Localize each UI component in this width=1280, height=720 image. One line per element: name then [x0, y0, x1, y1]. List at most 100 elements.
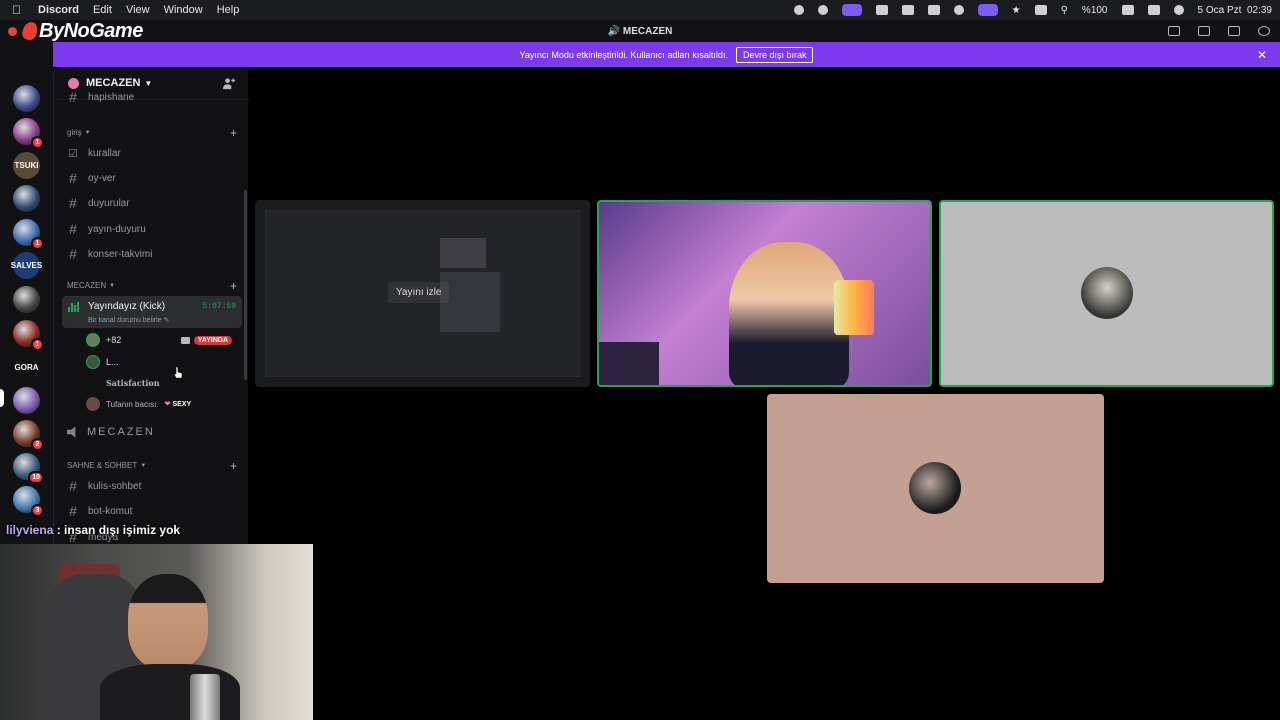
- pencil-icon: ✎: [163, 317, 170, 324]
- server-icon[interactable]: 1: [13, 118, 44, 149]
- menu-view[interactable]: View: [126, 4, 150, 16]
- microphone: [190, 674, 220, 720]
- category-mecazen[interactable]: MECAZEN ▼ +: [67, 279, 237, 293]
- video-tile-avatar-speaking[interactable]: [939, 200, 1274, 387]
- inbox-icon[interactable]: [1198, 26, 1210, 36]
- voice-channel-yayindayiz[interactable]: Yayındayız (Kick) 5:07:59 Bir kanal duru…: [62, 296, 242, 328]
- hash-icon: #: [69, 478, 77, 494]
- streamer-mode-banner: Yayıncı Modu etkinleştirildi. Kullanıcı …: [53, 42, 1280, 67]
- clipboard-icon[interactable]: [927, 5, 940, 15]
- video-tile-webcam-speaking[interactable]: [597, 200, 932, 387]
- obs-icon[interactable]: [817, 5, 828, 15]
- flag-icon[interactable]: [1168, 26, 1180, 36]
- channel-hapishane[interactable]: # hapishane: [62, 90, 242, 104]
- clock-date[interactable]: 5 Oca Pzt 02:39: [1198, 5, 1273, 16]
- channel-yayin-duyuru[interactable]: # yayın-duyuru: [62, 218, 242, 240]
- overlay-chat-message: lilyviena : insan dışı işimiz yok: [6, 523, 180, 537]
- channel-duyurular[interactable]: # duyurular: [62, 192, 242, 214]
- star-icon[interactable]: ★: [1012, 5, 1021, 16]
- server-label: SALVES: [11, 252, 42, 279]
- control-center-icon[interactable]: [1147, 5, 1160, 15]
- chevron-down-icon: ▼: [144, 78, 153, 88]
- person-figure: [729, 242, 849, 385]
- server-icon[interactable]: [13, 387, 40, 414]
- screen-icon[interactable]: [1228, 26, 1240, 36]
- apple-icon[interactable]: : [12, 3, 28, 17]
- screen-share-icon[interactable]: [841, 4, 862, 16]
- record-icon[interactable]: [793, 5, 804, 15]
- server-icon[interactable]: 1: [13, 219, 44, 250]
- server-icon[interactable]: 10: [13, 453, 44, 484]
- mention-badge: 3: [31, 504, 44, 517]
- grid-icon[interactable]: [875, 5, 888, 15]
- category-giris[interactable]: giriş ▼ +: [67, 126, 237, 140]
- flame-icon: [20, 20, 40, 42]
- menu-help[interactable]: Help: [217, 4, 240, 16]
- disable-streamer-mode-button[interactable]: Devre dışı bırak: [735, 46, 814, 63]
- voice-member[interactable]: +82 YAYINDA: [86, 330, 236, 350]
- speaker-icon: 🔊: [607, 25, 621, 37]
- channel-oy-ver[interactable]: # oy-ver: [62, 167, 242, 189]
- battery-icon[interactable]: [1121, 5, 1134, 15]
- hash-icon: #: [69, 221, 77, 237]
- channel-bot-komut[interactable]: # bot-komut: [62, 500, 242, 522]
- display-icon[interactable]: [901, 5, 914, 15]
- server-icon[interactable]: [13, 286, 40, 313]
- voice-active-icon: [68, 302, 81, 312]
- spotlight-search-icon[interactable]: ⚲: [1061, 5, 1068, 16]
- server-icon[interactable]: [13, 85, 40, 112]
- add-channel-icon[interactable]: +: [230, 126, 237, 140]
- window-icon[interactable]: [977, 4, 998, 16]
- member-tag: ❤ SEXY: [164, 401, 192, 408]
- server-icon[interactable]: SALVES: [11, 252, 42, 279]
- server-icon[interactable]: 3: [13, 486, 44, 517]
- category-sahne[interactable]: SAHNE & SOHBET ▼ +: [67, 459, 237, 473]
- battery-percent: %100: [1081, 4, 1108, 16]
- channel-kurallar[interactable]: ☑ kurallar: [62, 142, 242, 164]
- server-icon[interactable]: [13, 185, 40, 212]
- add-channel-icon[interactable]: +: [230, 279, 237, 293]
- mention-badge: 1: [31, 237, 44, 250]
- voice-member[interactable]: L...: [86, 352, 236, 372]
- server-icon[interactable]: 1: [13, 320, 44, 351]
- stage-channel-mecazen[interactable]: MECAZEN: [67, 426, 155, 438]
- mention-badge: 1: [31, 338, 44, 351]
- voice-channel-name: Yayındayız (Kick): [88, 301, 166, 312]
- menu-edit[interactable]: Edit: [93, 4, 112, 16]
- chevron-down-icon: ▼: [109, 282, 116, 289]
- channel-konser-takvimi[interactable]: # konser-takvimi: [62, 243, 242, 265]
- rules-checkbox-icon: ☑: [68, 147, 78, 160]
- voice-member[interactable]: Tufanın bacısı. ❤ SEXY: [86, 394, 236, 414]
- banner-text: Yayıncı Modu etkinleştirildi. Kullanıcı …: [519, 49, 728, 60]
- guild-name: MECAZEN: [86, 77, 141, 89]
- avatar: [86, 397, 100, 411]
- close-icon[interactable]: ✕: [1257, 48, 1267, 62]
- server-icon[interactable]: 2: [13, 420, 44, 451]
- hash-icon: #: [69, 195, 77, 211]
- set-channel-status[interactable]: Bir kanal durumu belirle ✎: [88, 316, 169, 324]
- watch-stream-button[interactable]: Yayını izle: [388, 282, 450, 303]
- menu-window[interactable]: Window: [164, 4, 203, 16]
- desk-object: [599, 342, 659, 385]
- window-close-dot[interactable]: [8, 26, 17, 36]
- live-badge: YAYINDA: [193, 335, 232, 345]
- menu-app[interactable]: Discord: [38, 4, 79, 16]
- stream-tile-screenshare[interactable]: Yayını izle: [255, 200, 590, 387]
- chat-nick: lilyviena: [6, 523, 54, 537]
- siri-icon[interactable]: [1173, 5, 1184, 15]
- hash-icon: #: [69, 246, 77, 262]
- server-icon[interactable]: TSUKI: [13, 152, 40, 179]
- server-label: GORA: [13, 354, 40, 381]
- server-avatar: [13, 387, 40, 414]
- invite-people-icon[interactable]: [222, 77, 235, 90]
- sidebar-scrollbar[interactable]: [244, 190, 247, 380]
- server-icon[interactable]: GORA: [13, 354, 40, 381]
- channel-kulis-sohbet[interactable]: # kulis-sohbet: [62, 475, 242, 497]
- keyboard-icon[interactable]: [1034, 5, 1047, 15]
- avatar: [86, 333, 100, 347]
- play-icon[interactable]: [953, 5, 964, 15]
- help-icon[interactable]: [1258, 26, 1270, 36]
- add-channel-icon[interactable]: +: [230, 459, 237, 473]
- heart-icon: ❤: [164, 401, 171, 408]
- video-tile-avatar[interactable]: [767, 394, 1104, 583]
